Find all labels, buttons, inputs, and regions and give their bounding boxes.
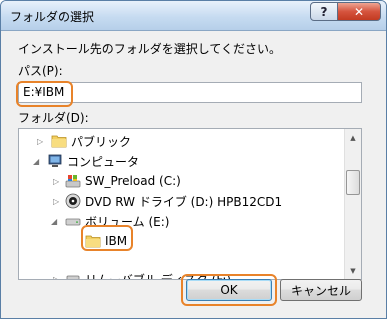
system-drive-icon — [65, 175, 81, 188]
scroll-up-icon[interactable]: ▲ — [345, 129, 361, 146]
expand-arrow-icon[interactable]: ▷ — [37, 137, 43, 146]
dvd-drive-icon — [65, 193, 81, 209]
drive-icon — [65, 218, 81, 226]
instruction-text: インストール先のフォルダを選択してください。 — [18, 42, 282, 56]
path-input[interactable]: E:¥IBM — [18, 82, 362, 103]
folder-tree[interactable]: ▷ パブリック ◢ コンピュータ ▷ SW_Preload (C:) ▷ DVD… — [18, 128, 362, 280]
tree-item-drive-c[interactable]: ▷ SW_Preload (C:) — [19, 171, 344, 191]
dialog-body: インストール先のフォルダを選択してください。 パス(P): E:¥IBM フォル… — [2, 31, 385, 317]
title-bar: フォルダの選択 ? ✕ — [1, 1, 386, 31]
folder-icon — [85, 235, 101, 248]
help-icon: ? — [320, 4, 328, 19]
help-button[interactable]: ? — [310, 2, 338, 21]
folder-label: フォルダ(D): — [18, 111, 89, 125]
tree-item-drive-e[interactable]: ◢ ボリューム (E:) — [19, 211, 344, 231]
expand-arrow-icon[interactable]: ▷ — [53, 197, 59, 206]
tree-item-label: IBM — [105, 234, 128, 248]
collapse-arrow-icon[interactable]: ◢ — [33, 157, 39, 166]
ok-button[interactable]: OK — [186, 279, 272, 301]
expand-arrow-icon[interactable]: ▷ — [53, 275, 59, 280]
tree-item-label: SW_Preload (C:) — [85, 174, 181, 188]
tree-item-drive-d[interactable]: ▷ DVD RW ドライブ (D:) HPB12CD1 — [19, 191, 344, 211]
expand-arrow-icon[interactable]: ▷ — [53, 177, 59, 186]
user-folder-icon — [51, 135, 67, 148]
tree-scrollbar[interactable]: ▲ ▼ — [344, 129, 361, 279]
scroll-thumb[interactable] — [346, 170, 360, 195]
cancel-button[interactable]: キャンセル — [280, 279, 362, 301]
close-button[interactable]: ✕ — [337, 2, 381, 21]
tree-item-label: コンピュータ — [67, 154, 140, 169]
tree-item-label: パブリック — [71, 134, 132, 149]
close-icon: ✕ — [353, 4, 365, 19]
removable-disk-icon — [66, 275, 80, 279]
scroll-down-icon[interactable]: ▼ — [345, 262, 361, 279]
collapse-arrow-icon[interactable]: ◢ — [51, 217, 57, 226]
tree-item-label: ボリューム (E:) — [85, 214, 170, 229]
path-label: パス(P): — [18, 64, 63, 78]
tree-item-label: DVD RW ドライブ (D:) HPB12CD1 — [85, 194, 283, 209]
tree-item-computer[interactable]: ◢ コンピュータ — [19, 151, 344, 171]
tree-item-public[interactable]: ▷ パブリック — [19, 131, 344, 151]
computer-icon — [48, 154, 62, 167]
folder-select-dialog: フォルダの選択 ? ✕ インストール先のフォルダを選択してください。 パス(P)… — [0, 0, 387, 319]
window-title: フォルダの選択 — [10, 10, 95, 24]
tree-item-ibm[interactable]: IBM — [19, 231, 344, 251]
